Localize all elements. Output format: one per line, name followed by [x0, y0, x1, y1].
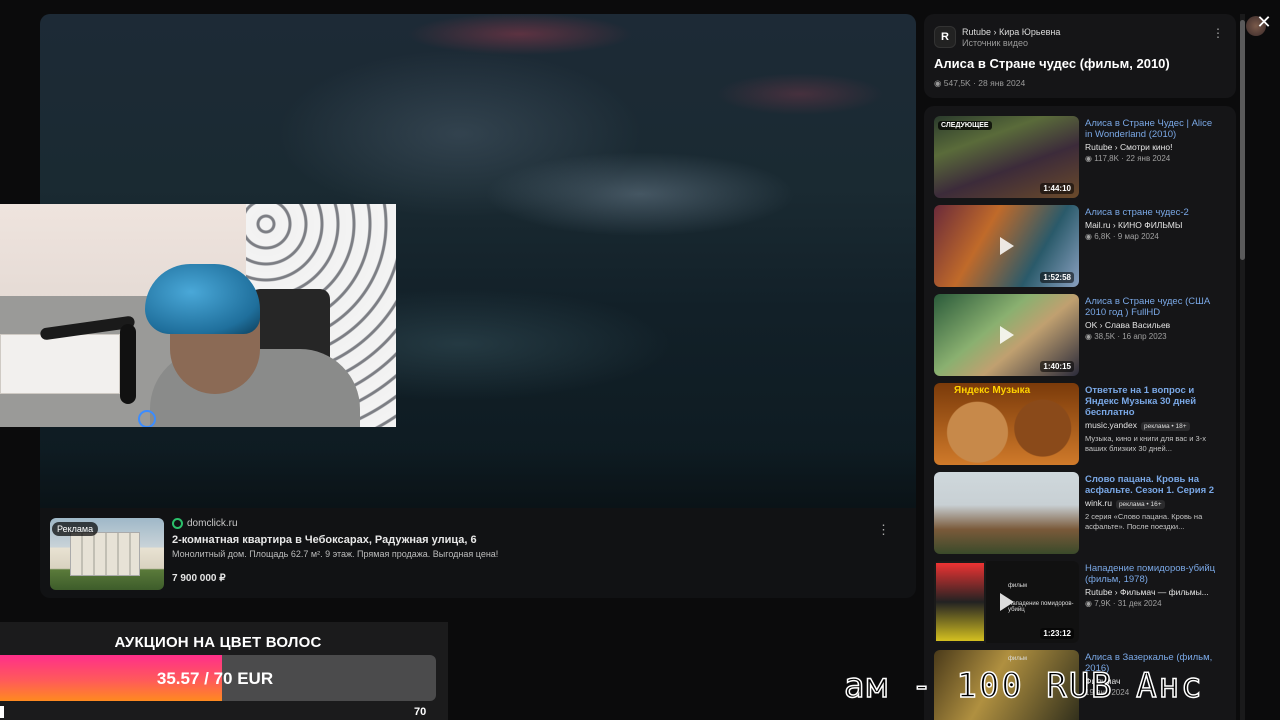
- webcam-table: [0, 334, 120, 394]
- channel-name[interactable]: Rutube › Кира Юрьевна: [962, 27, 1060, 37]
- ad-source[interactable]: domclick.ru: [172, 518, 772, 529]
- video-title[interactable]: Алиса в стране чудес-2: [1085, 207, 1221, 218]
- video-thumbnail[interactable]: 1:40:15: [934, 294, 1079, 376]
- auction-progress-bar: 35.57 / 70 EUR: [0, 655, 436, 701]
- list-item[interactable]: фильм Нападение помидоров-убийц 1:23:12 …: [934, 561, 1234, 643]
- ad-thumbnail[interactable]: [934, 472, 1079, 554]
- video-info: Алиса в стране чудес-2 Mail.ru › КИНО ФИ…: [1085, 207, 1221, 241]
- video-info: Алиса в Стране Чудес | Alice in Wonderla…: [1085, 118, 1221, 163]
- webcam-overlay: [0, 204, 396, 427]
- auction-start-marker: [0, 706, 4, 718]
- video-info-panel: R Rutube › Кира Юрьевна Источник видео ⋮…: [924, 14, 1236, 98]
- ad-description: Монолитный дом. Площадь 62.7 м². 9 этаж.…: [172, 549, 499, 559]
- duration-badge: 1:44:10: [1040, 183, 1074, 194]
- play-icon: [1000, 326, 1014, 344]
- yandex-music-logo: Яндекс Музыка: [954, 385, 1031, 396]
- ad-price: 7 900 000 ₽: [172, 573, 226, 584]
- duration-badge: 1:23:12: [1040, 628, 1074, 639]
- video-meta: ◉ 38,5K · 16 апр 2023: [1085, 332, 1167, 341]
- ad-description: 2 серия «Слово пацана. Кровь на асфальте…: [1085, 512, 1203, 531]
- more-options-icon[interactable]: ⋮: [1212, 26, 1224, 40]
- ad-info: Слово пацана. Кровь на асфальте. Сезон 1…: [1085, 474, 1221, 532]
- channel-row[interactable]: R Rutube › Кира Юрьевна Источник видео: [934, 26, 1060, 48]
- ad-source: music.yandex: [1085, 420, 1137, 430]
- thumb-caption: фильм: [1008, 656, 1028, 662]
- video-info: Нападение помидоров-убийц (фильм, 1978) …: [1085, 563, 1221, 608]
- video-thumbnail[interactable]: СЛЕДУЮЩЕЕ 1:44:10: [934, 116, 1079, 198]
- recommendations-list: СЛЕДУЮЩЕЕ 1:44:10 Алиса в Стране Чудес |…: [924, 106, 1236, 720]
- thumb-caption-title: Нападение помидоров-убийц: [1008, 601, 1074, 613]
- webcam-person-hair: [145, 264, 260, 334]
- ad-title[interactable]: Слово пацана. Кровь на асфальте. Сезон 1…: [1085, 474, 1221, 496]
- duration-badge: 1:52:58: [1040, 272, 1074, 283]
- video-meta: ◉ 6,8K · 9 мар 2024: [1085, 232, 1159, 241]
- list-item[interactable]: Слово пацана. Кровь на асфальте. Сезон 1…: [934, 472, 1234, 554]
- video-info: Алиса в Стране чудес (США 2010 год ) Ful…: [1085, 296, 1221, 341]
- video-meta: ◉ 117,8K · 22 янв 2024: [1085, 154, 1171, 163]
- thumb-caption: фильм: [1008, 583, 1028, 589]
- auction-value: 35.57 / 70 EUR: [156, 669, 274, 688]
- close-icon[interactable]: ✕: [1254, 12, 1274, 32]
- more-options-icon[interactable]: ⋮: [877, 522, 890, 538]
- auction-title: АУКЦИОН НА ЦВЕТ ВОЛОС: [114, 634, 322, 651]
- ad-row[interactable]: Реклама domclick.ru 2-комнатная квартира…: [50, 518, 906, 590]
- play-icon: [1000, 237, 1014, 255]
- ad-description: Музыка, кино и книги для вас и 3-х ваших…: [1085, 434, 1206, 453]
- ad-title[interactable]: Ответьте на 1 вопрос и Яндекс Музыка 30 …: [1085, 385, 1221, 418]
- list-item[interactable]: 1:52:58 Алиса в стране чудес-2 Mail.ru ›…: [934, 205, 1234, 287]
- microphone: [120, 324, 136, 404]
- loading-ring-icon: [138, 410, 156, 427]
- next-badge: СЛЕДУЮЩЕЕ: [938, 121, 992, 130]
- video-channel: Rutube › Смотри кино!: [1085, 142, 1173, 152]
- ad-badge: реклама • 16+: [1115, 500, 1165, 509]
- list-item[interactable]: Яндекс Музыка Ответьте на 1 вопрос и Янд…: [934, 383, 1234, 465]
- list-item[interactable]: СЛЕДУЮЩЕЕ 1:44:10 Алиса в Стране Чудес |…: [934, 116, 1234, 198]
- poster-image: [936, 563, 984, 641]
- list-item[interactable]: 1:40:15 Алиса в Стране чудес (США 2010 г…: [934, 294, 1234, 376]
- video-title[interactable]: Нападение помидоров-убийц (фильм, 1978): [1085, 563, 1221, 585]
- ad-title[interactable]: 2-комнатная квартира в Чебоксарах, Радуж…: [172, 534, 772, 546]
- screen: Реклама domclick.ru 2-комнатная квартира…: [0, 0, 1280, 720]
- ad-channel: wink.ru реклама • 16+: [1085, 498, 1221, 509]
- ad-text: domclick.ru 2-комнатная квартира в Чебок…: [172, 518, 772, 584]
- video-channel: Rutube › Фильмач — фильмы...: [1085, 587, 1209, 597]
- video-title[interactable]: Алиса в Стране Чудес | Alice in Wonderla…: [1085, 118, 1221, 140]
- domclick-icon: [172, 518, 183, 529]
- ad-channel: music.yandex реклама • 18+: [1085, 420, 1221, 431]
- ad-info: Ответьте на 1 вопрос и Яндекс Музыка 30 …: [1085, 385, 1221, 454]
- scrollbar-thumb[interactable]: [1240, 20, 1245, 260]
- ad-label: Реклама: [52, 522, 99, 536]
- rutube-logo-icon: R: [934, 26, 956, 48]
- video-title[interactable]: Алиса в Стране чудес (США 2010 год ) Ful…: [1085, 296, 1221, 318]
- video-thumbnail[interactable]: 1:52:58: [934, 205, 1079, 287]
- ad-thumbnail[interactable]: Реклама: [50, 518, 164, 590]
- auction-max-label: 70: [414, 706, 427, 718]
- ad-source-label: domclick.ru: [187, 518, 238, 529]
- ad-thumbnail[interactable]: Яндекс Музыка: [934, 383, 1079, 465]
- duration-badge: 1:40:15: [1040, 361, 1074, 372]
- donation-ticker: ам - 100 RUB Анс: [843, 665, 1204, 707]
- video-meta: ◉ 547,5K · 28 янв 2024: [934, 78, 1026, 88]
- video-thumbnail[interactable]: фильм Нападение помидоров-убийц 1:23:12: [934, 561, 1079, 643]
- source-label: Источник видео: [962, 37, 1028, 48]
- auction-widget: АУКЦИОН НА ЦВЕТ ВОЛОС 35.57 / 70 EUR 70: [0, 622, 448, 720]
- video-title: Алиса в Стране чудес (фильм, 2010): [934, 56, 1170, 71]
- ad-source: wink.ru: [1085, 498, 1112, 508]
- video-channel: OK › Слава Васильев: [1085, 320, 1171, 330]
- building-image: [70, 532, 140, 576]
- video-meta: ◉ 7,9K · 31 дек 2024: [1085, 599, 1162, 608]
- video-channel: Mail.ru › КИНО ФИЛЬМЫ: [1085, 220, 1183, 230]
- ad-badge: реклама • 18+: [1140, 422, 1190, 431]
